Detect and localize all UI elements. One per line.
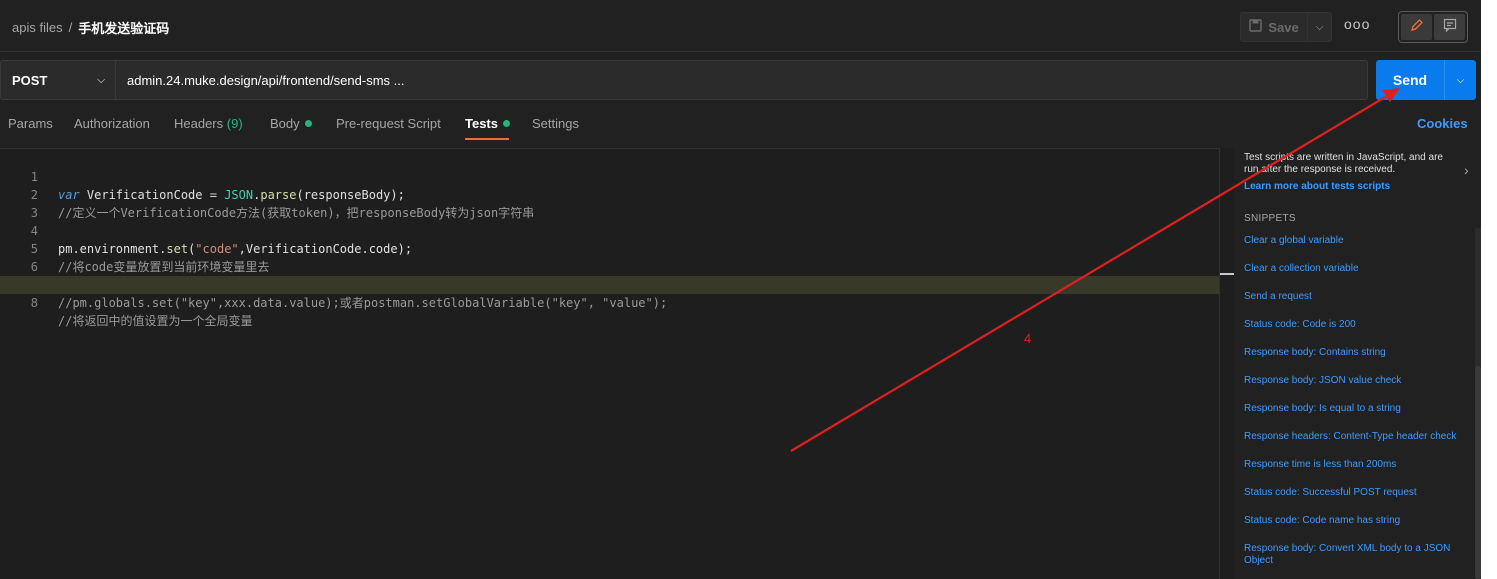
snippet-item[interactable]: Status code: Successful POST request [1244,487,1479,499]
window-edge [1481,0,1497,579]
chevron-down-icon: ⌵ [1456,74,1465,86]
tab-settings[interactable]: Settings [532,116,579,131]
tab-tests-label: Tests [465,116,498,131]
method-label: POST [12,72,48,88]
snippet-item[interactable]: Clear a collection variable [1244,263,1479,275]
snippet-item[interactable]: Send a request [1244,291,1479,303]
snippet-item[interactable]: Status code: Code is 200 [1244,319,1479,331]
active-tab-indicator [465,138,509,140]
snippets-heading: SNIPPETS [1244,213,1296,224]
code-line: 7 //pm.globals.set("key",xxx.data.value)… [0,258,1219,310]
request-tabs: Params Authorization Headers (9) Body Pr… [0,110,1497,140]
code-text: //pm.globals.set("key",xxx.data.value);或… [58,296,668,310]
tab-tests[interactable]: Tests [465,116,510,131]
code-text: //将返回中的值设置为一个全局变量 [58,314,253,328]
save-options-button[interactable]: ⌵ [1308,12,1332,42]
documentation-mode-button[interactable] [1434,14,1465,40]
code-line: 3 [0,186,1219,220]
url-value: admin.24.muke.design/api/frontend/send-s… [127,72,405,88]
tab-headers-label: Headers [174,116,224,131]
chevron-down-icon: ⌵ [97,75,105,86]
annotation-label: 4 [1024,331,1032,346]
comment-icon [1443,18,1457,37]
top-bar: apis files / 手机发送验证码 Save ⌵ ooo [0,0,1497,52]
edit-mode-button[interactable] [1401,14,1432,40]
snippet-item[interactable]: Response headers: Content-Type header ch… [1244,431,1479,443]
tab-body[interactable]: Body [270,116,312,131]
method-select[interactable]: POST ⌵ [0,60,116,100]
snippet-item[interactable]: Clear a global variable [1244,235,1479,247]
code-line: 4 pm.environment.set("code",Verification… [0,204,1219,256]
snippet-item[interactable]: Response body: JSON value check [1244,375,1479,387]
snippet-item[interactable]: Response body: Is equal to a string [1244,403,1479,415]
code-line: 2 //定义一个VerificationCode方法(获取token)，把res… [0,168,1219,220]
save-group: Save ⌵ [1240,12,1332,42]
tab-pre-request-script[interactable]: Pre-request Script [336,116,441,131]
code-editor[interactable]: 1 var VerificationCode = JSON.parse(resp… [0,148,1234,579]
pencil-icon [1410,18,1424,37]
snippet-item[interactable]: Response time is less than 200ms [1244,459,1479,471]
line-number: 8 [30,296,38,310]
tab-authorization[interactable]: Authorization [74,116,150,131]
request-name[interactable]: 手机发送验证码 [78,18,169,37]
save-label: Save [1268,19,1299,35]
editor-scrollbar[interactable] [1219,148,1234,579]
view-mode-toggle [1398,11,1468,43]
send-options-button[interactable]: ⌵ [1444,60,1476,100]
code-line: 5 //将code变量放置到当前环境变量里去 [0,222,1219,274]
breadcrumb-separator: / [68,20,73,35]
send-group: Send ⌵ [1376,60,1476,100]
url-input[interactable]: admin.24.muke.design/api/frontend/send-s… [116,60,1368,100]
status-dot [503,120,510,127]
code-line: 1 var VerificationCode = JSON.parse(resp… [0,150,1219,202]
snippet-item[interactable]: Status code: Code name has string [1244,515,1479,527]
code-line: 6 [0,240,1219,274]
chevron-down-icon: ⌵ [1315,21,1324,33]
cookies-link[interactable]: Cookies [1417,116,1468,131]
code-line-current: 8 //将返回中的值设置为一个全局变量 [0,276,1219,328]
send-button[interactable]: Send [1376,60,1444,100]
headers-count: (9) [226,116,243,131]
save-button[interactable]: Save [1240,12,1308,42]
more-actions-button[interactable]: ooo [1344,16,1370,38]
snippet-item[interactable]: Response body: Convert XML body to a JSO… [1244,543,1479,567]
chevron-right-icon[interactable]: › [1464,162,1469,178]
tab-headers[interactable]: Headers (9) [174,116,243,131]
editor-scroll-marker [1220,273,1234,275]
breadcrumb-collection[interactable]: apis files [12,20,63,35]
snippet-item[interactable]: Response body: Contains string [1244,347,1479,359]
learn-more-link[interactable]: Learn more about tests scripts [1244,181,1390,192]
save-icon [1249,19,1263,35]
snippets-panel: Test scripts are written in JavaScript, … [1234,148,1497,579]
tab-params[interactable]: Params [8,116,53,131]
status-dot [304,120,312,127]
panel-description: Test scripts are written in JavaScript, … [1244,152,1443,175]
tab-body-label: Body [270,116,300,131]
breadcrumb: apis files / 手机发送验证码 [12,18,169,37]
